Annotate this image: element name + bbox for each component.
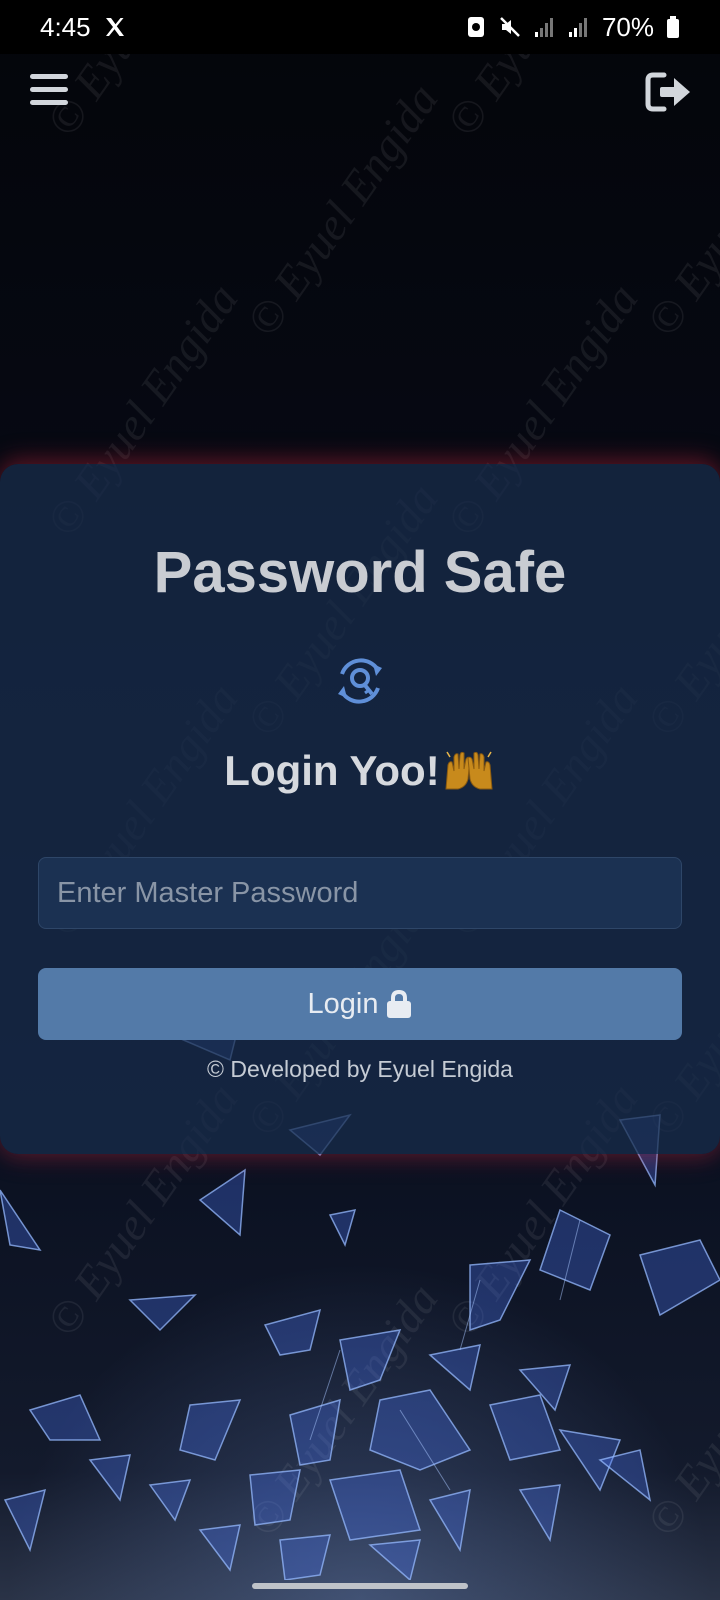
key-rotate-icon <box>338 658 382 704</box>
status-right: 70% <box>466 12 680 43</box>
status-left: 4:45 <box>40 12 127 43</box>
mute-icon <box>500 17 520 37</box>
home-indicator[interactable] <box>252 1583 468 1589</box>
signal-icon <box>568 18 587 37</box>
status-bar: 4:45 70% <box>0 0 720 54</box>
login-button-label: Login <box>307 987 379 1020</box>
battery-percent: 70% <box>601 11 654 42</box>
developer-credit: © Developed by Eyuel Engida <box>207 1056 513 1082</box>
status-time: 4:45 <box>40 11 91 42</box>
login-heading-text: Login Yoo! <box>224 747 440 794</box>
master-password-input[interactable] <box>38 857 682 929</box>
app-title: Password Safe <box>153 540 567 605</box>
login-heading: Login Yoo! <box>0 750 720 795</box>
lock-icon <box>387 989 412 1018</box>
sign-out-icon[interactable] <box>644 70 692 114</box>
signal-icon <box>534 18 553 37</box>
recycle-icon <box>467 17 484 37</box>
login-card: Password Safe Login Yoo! Login © Develop… <box>0 464 720 1154</box>
battery-icon <box>667 16 679 38</box>
x-logo-icon <box>105 18 124 36</box>
raising-hands-icon <box>445 751 493 790</box>
hamburger-menu-icon[interactable] <box>28 70 70 110</box>
login-button[interactable]: Login <box>38 968 682 1040</box>
